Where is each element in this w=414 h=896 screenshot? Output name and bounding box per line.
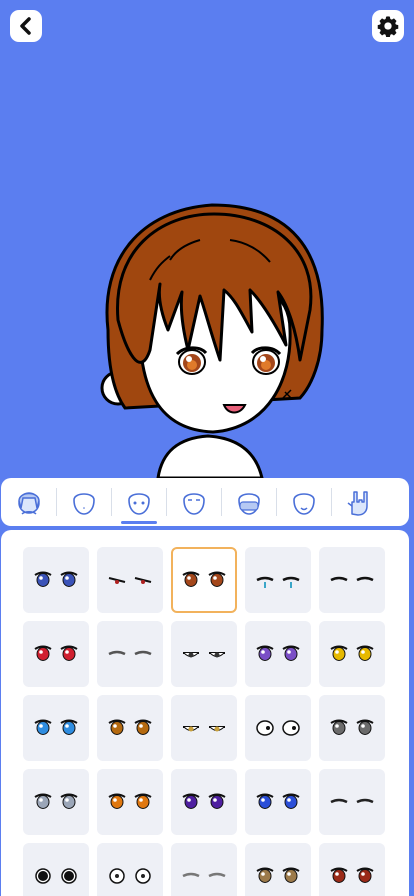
eye-option-purple-sparkle[interactable]	[245, 621, 311, 687]
back-button[interactable]	[10, 10, 42, 42]
hair-head-icon	[17, 492, 40, 515]
eye-preview-icon	[256, 720, 300, 736]
eye-preview-icon	[108, 577, 152, 584]
eye-option-hazel-wide[interactable]	[245, 843, 311, 896]
eye-option-angry-narrow[interactable]	[97, 547, 163, 613]
settings-button[interactable]	[372, 10, 404, 42]
eye-preview-icon	[182, 872, 226, 878]
eye-preview-icon	[34, 793, 78, 809]
eye-preview-icon	[34, 645, 78, 661]
eye-preview-icon	[34, 571, 78, 587]
eye-option-black-dot[interactable]	[23, 843, 89, 896]
accessory-category[interactable]	[221, 478, 276, 526]
eye-option-red-sharp[interactable]	[23, 621, 89, 687]
eye-preview-icon	[108, 719, 152, 735]
gear-icon	[377, 16, 399, 37]
eye-preview-icon	[330, 867, 374, 883]
chibi-character	[100, 203, 324, 480]
eye-preview-icon	[256, 867, 300, 883]
eye-preview-icon	[330, 576, 374, 582]
eye-preview-icon	[330, 798, 374, 804]
face-mouth-icon	[292, 493, 315, 515]
face-shape-category[interactable]	[56, 478, 111, 526]
eye-option-brown-round[interactable]	[171, 547, 237, 613]
eye-option-bright-blue[interactable]	[23, 695, 89, 761]
eye-preview-icon	[109, 868, 151, 884]
eye-option-blank-round[interactable]	[245, 695, 311, 761]
eye-option-red-brown[interactable]	[319, 843, 385, 896]
eye-options-panel	[1, 530, 409, 896]
face-eyebrows-icon	[182, 493, 205, 515]
eye-preview-icon	[183, 652, 225, 658]
mouth-category[interactable]	[276, 478, 331, 526]
eye-preview-icon	[182, 793, 226, 809]
eye-preview-icon	[256, 576, 300, 588]
eye-option-half-lid[interactable]	[171, 621, 237, 687]
category-bar	[1, 478, 409, 526]
eye-option-yellow-cat[interactable]	[319, 621, 385, 687]
eye-preview-icon	[330, 719, 374, 735]
eye-option-gray-tired[interactable]	[319, 695, 385, 761]
eye-preview-icon	[34, 719, 78, 735]
face-mask-icon	[237, 493, 260, 515]
eye-preview-icon	[256, 793, 300, 809]
eyebrows-category[interactable]	[166, 478, 221, 526]
eye-preview-icon	[183, 726, 225, 732]
eye-option-sleepy-white[interactable]	[171, 695, 237, 761]
eye-preview-icon	[35, 868, 77, 884]
eye-option-blue-round[interactable]	[23, 547, 89, 613]
eye-preview-icon	[330, 645, 374, 661]
eye-option-cross-wink[interactable]	[319, 769, 385, 835]
eye-option-gray-narrow[interactable]	[171, 843, 237, 896]
eye-option-closed-thick[interactable]	[319, 547, 385, 613]
eye-option-purple-lash[interactable]	[171, 769, 237, 835]
eyes-category[interactable]	[111, 478, 166, 526]
eye-preview-icon	[256, 645, 300, 661]
eye-option-white-pale[interactable]	[23, 769, 89, 835]
eye-option-amber-gradient[interactable]	[97, 695, 163, 761]
eye-option-deep-blue[interactable]	[245, 769, 311, 835]
eye-option-white-dot[interactable]	[97, 843, 163, 896]
eye-option-crying-closed[interactable]	[245, 547, 311, 613]
eye-option-orange-gold[interactable]	[97, 769, 163, 835]
face-outline-icon	[72, 493, 95, 515]
eye-option-lined-closed[interactable]	[97, 621, 163, 687]
eye-preview-icon	[108, 793, 152, 809]
eye-preview-icon	[108, 650, 152, 656]
avatar-preview	[0, 0, 414, 480]
face-eyes-icon	[127, 493, 150, 515]
hair-category[interactable]	[1, 478, 56, 526]
rock-hand-icon	[347, 491, 368, 516]
pose-category[interactable]	[331, 478, 386, 526]
eye-preview-icon	[182, 571, 226, 587]
chevron-left-icon	[20, 17, 31, 35]
eye-options-grid	[23, 547, 385, 896]
